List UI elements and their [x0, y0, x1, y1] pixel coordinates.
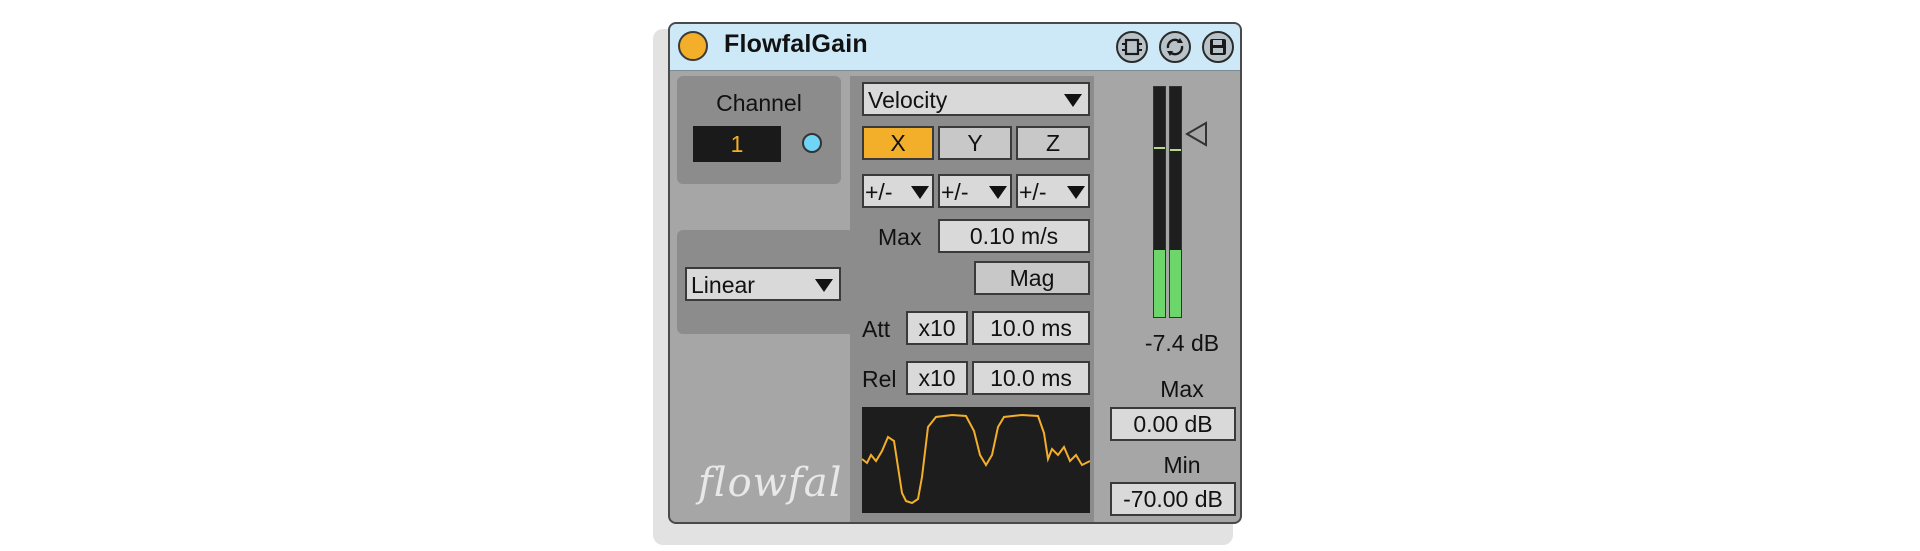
mag-button[interactable]: Mag: [974, 261, 1090, 295]
polarity-z-dropdown[interactable]: +/-: [1016, 174, 1090, 208]
chevron-down-icon: [911, 186, 929, 199]
max-label: Max: [878, 224, 922, 250]
curve-dropdown[interactable]: Linear: [685, 267, 841, 301]
gain-slider-handle-icon[interactable]: [1184, 120, 1210, 150]
release-time-field[interactable]: 10.0 ms: [972, 361, 1090, 395]
polarity-y-value: +/-: [941, 179, 969, 205]
level-meter-left: [1153, 86, 1166, 318]
polarity-z-value: +/-: [1019, 179, 1047, 205]
meter-peak-marker-left: [1154, 147, 1165, 149]
polarity-x-dropdown[interactable]: +/-: [862, 174, 934, 208]
attack-time-field[interactable]: 10.0 ms: [972, 311, 1090, 345]
device-title: FlowfalGain: [724, 30, 868, 58]
gain-min-field[interactable]: -70.00 dB: [1110, 482, 1236, 516]
flowfal-logo: flowfal: [698, 460, 843, 506]
axis-y-button[interactable]: Y: [938, 126, 1012, 160]
attack-label: Att: [862, 316, 891, 342]
flowfal-gain-device: FlowfalGain Channel 1 Linear Velocity X …: [668, 22, 1242, 524]
gain-max-label: Max: [1160, 376, 1204, 402]
release-label: Rel: [862, 366, 897, 392]
signal-scope: [861, 407, 1091, 513]
polarity-y-dropdown[interactable]: +/-: [938, 174, 1012, 208]
axis-x-button[interactable]: X: [862, 126, 934, 160]
titlebar: FlowfalGain: [670, 24, 1240, 71]
max-speed-field[interactable]: 0.10 m/s: [938, 219, 1090, 253]
level-meter-right: [1169, 86, 1182, 318]
attack-multiplier-field[interactable]: x10: [906, 311, 968, 345]
chevron-down-icon: [815, 279, 833, 292]
source-dropdown[interactable]: Velocity: [862, 82, 1090, 116]
meter-fill-right: [1170, 250, 1181, 317]
power-icon[interactable]: [678, 31, 708, 61]
chevron-down-icon: [1064, 94, 1082, 107]
meter-readout: -7.4 dB: [1144, 330, 1220, 356]
meter-fill-left: [1154, 250, 1165, 317]
curve-dropdown-value: Linear: [691, 272, 755, 298]
hotswap-icon[interactable]: [1116, 31, 1148, 63]
channel-panel: Channel 1: [677, 76, 841, 184]
channel-number-box[interactable]: 1: [693, 126, 781, 162]
meter-peak-marker-right: [1170, 149, 1181, 151]
chevron-down-icon: [989, 186, 1007, 199]
channel-led-indicator: [802, 133, 822, 153]
save-icon[interactable]: [1202, 31, 1234, 63]
gain-max-field[interactable]: 0.00 dB: [1110, 407, 1236, 441]
channel-label: Channel: [716, 90, 802, 116]
gain-min-label: Min: [1163, 452, 1201, 478]
chevron-down-icon: [1067, 186, 1085, 199]
polarity-x-value: +/-: [865, 179, 893, 205]
axis-z-button[interactable]: Z: [1016, 126, 1090, 160]
release-multiplier-field[interactable]: x10: [906, 361, 968, 395]
source-dropdown-value: Velocity: [868, 87, 948, 113]
map-icon[interactable]: [1159, 31, 1191, 63]
scope-waveform: [861, 413, 1091, 505]
